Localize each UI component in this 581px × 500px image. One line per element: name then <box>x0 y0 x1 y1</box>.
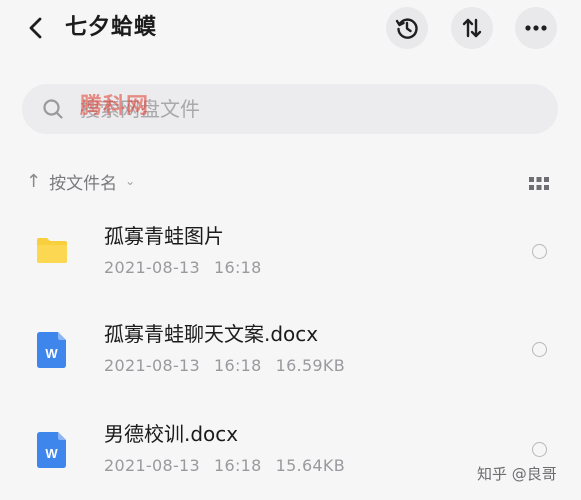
sort-selector[interactable]: ↑ 按文件名 ⌄ <box>26 168 135 194</box>
arrow-up-icon: ↑ <box>26 170 42 192</box>
more-icon <box>525 25 547 31</box>
file-name: 孤寡青蛙图片 <box>104 224 224 248</box>
credit-watermark: 知乎 @良哥 <box>477 465 557 483</box>
file-meta: 2021-08-13 16:18 16.59KB <box>104 355 359 377</box>
file-time: 16:18 <box>213 456 262 475</box>
sort-button[interactable] <box>451 7 493 49</box>
page-title: 七夕蛤蟆 <box>65 15 158 40</box>
svg-text:W: W <box>45 446 58 461</box>
folder-icon <box>36 234 68 266</box>
history-icon <box>395 18 418 39</box>
select-checkbox[interactable] <box>532 244 547 259</box>
history-button[interactable] <box>386 7 428 49</box>
file-meta: 2021-08-13 16:18 15.64KB <box>104 455 359 477</box>
select-checkbox[interactable] <box>532 442 547 457</box>
search-bar[interactable] <box>22 84 558 134</box>
chevron-down-icon: ⌄ <box>125 174 136 188</box>
more-button[interactable] <box>515 7 557 49</box>
file-name: 男德校训.docx <box>104 422 239 446</box>
grid-view-icon <box>529 177 549 190</box>
grid-view-button[interactable] <box>529 176 549 190</box>
file-size: 16.59KB <box>275 356 345 375</box>
file-date: 2021-08-13 <box>104 456 200 475</box>
search-input[interactable] <box>80 94 500 124</box>
sort-label: 按文件名 <box>49 173 118 194</box>
word-doc-icon: W <box>36 432 68 468</box>
back-button[interactable] <box>22 13 50 43</box>
file-date: 2021-08-13 <box>104 356 200 375</box>
file-size: 15.64KB <box>275 456 345 475</box>
svg-text:W: W <box>45 346 58 361</box>
file-row[interactable]: 孤寡青蛙图片 2021-08-13 16:18 <box>0 210 581 298</box>
file-date: 2021-08-13 <box>104 258 200 277</box>
file-meta: 2021-08-13 16:18 <box>104 257 276 279</box>
select-checkbox[interactable] <box>532 342 547 357</box>
chevron-left-icon <box>29 17 42 39</box>
word-doc-icon: W <box>36 332 68 368</box>
file-time: 16:18 <box>213 356 262 375</box>
search-icon <box>42 98 64 120</box>
top-bar: 七夕蛤蟆 <box>0 0 581 58</box>
file-row[interactable]: W 孤寡青蛙聊天文案.docx 2021-08-13 16:18 16.59KB <box>0 308 581 396</box>
sort-icon <box>462 18 482 38</box>
file-name: 孤寡青蛙聊天文案.docx <box>104 322 319 346</box>
file-time: 16:18 <box>213 258 262 277</box>
